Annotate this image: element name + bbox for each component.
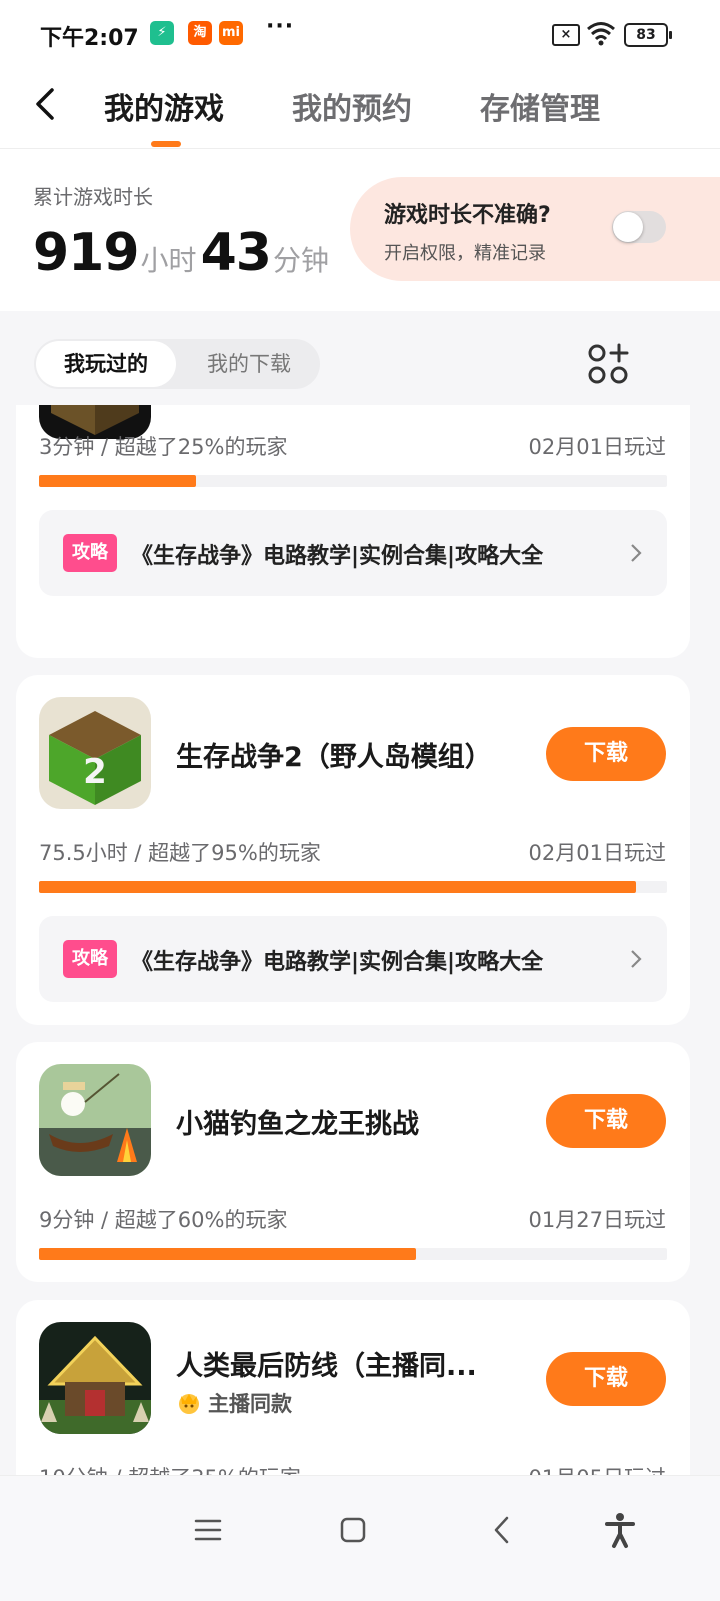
more-notifications-icon: ···: [266, 14, 295, 39]
permission-toggle[interactable]: [612, 211, 666, 243]
game-last-played: 01月05日玩过: [529, 1462, 666, 1475]
minutes-value: 43: [200, 223, 272, 283]
wifi-icon: [587, 22, 615, 46]
game-card[interactable]: 小猫钓鱼之龙王挑战 下载 9分钟 / 超越了60%的玩家 01月27日玩过: [16, 1042, 690, 1282]
game-card[interactable]: 人类最后防线（主播同... 主播同款 下载 10分钟 / 超越了35%的玩家 0…: [16, 1300, 690, 1475]
no-sim-icon: ×: [552, 24, 580, 46]
status-time: 下午2:07: [40, 26, 139, 51]
tab-my-games[interactable]: 我的游戏: [104, 84, 224, 128]
promo-subtitle: 开启权限，精准记录: [384, 243, 546, 264]
segment-downloads[interactable]: 我的下载: [184, 339, 314, 389]
back-arrow-icon[interactable]: [28, 84, 68, 124]
accessibility-icon[interactable]: [600, 1510, 640, 1550]
game-list: 3分钟 / 超越了25%的玩家 02月01日玩过 攻略 《生存战争》电路教学|实…: [0, 405, 720, 1475]
status-bar: 下午2:07 ⚡ 淘 mi ··· × 83: [0, 0, 720, 70]
game-play-stat: 10分钟 / 超越了35%的玩家: [39, 1462, 301, 1475]
total-play-time-value: 919小时43分钟: [33, 223, 333, 283]
game-icon-cat-fishing: [39, 1064, 151, 1176]
game-card[interactable]: 2 生存战争2（野人岛模组） 下载 75.5小时 / 超越了95%的玩家 02月…: [16, 675, 690, 1025]
guide-title: 《生存战争》电路教学|实例合集|攻略大全: [131, 950, 544, 975]
battery-icon: 83: [624, 23, 672, 47]
tab-my-reservations[interactable]: 我的预约: [292, 84, 412, 128]
game-title: 生存战争2（野人岛模组）: [176, 742, 492, 773]
guide-title: 《生存战争》电路教学|实例合集|攻略大全: [131, 544, 544, 569]
hours-unit: 小时: [140, 244, 197, 277]
game-icon-survivalcraft-2: 2: [39, 697, 151, 809]
play-percentile-bar: [39, 1248, 667, 1260]
security-app-icon: ⚡: [150, 21, 174, 45]
active-tab-indicator: [151, 141, 181, 147]
game-last-played: 02月01日玩过: [528, 841, 666, 865]
play-percentile-fill: [39, 475, 196, 487]
segment-played[interactable]: 我玩过的: [36, 341, 176, 387]
chevron-right-icon: [631, 950, 642, 968]
minutes-unit: 分钟: [272, 244, 329, 277]
guide-tag: 攻略: [63, 940, 117, 978]
download-button[interactable]: 下载: [546, 1352, 666, 1406]
taobao-icon: 淘: [188, 21, 212, 45]
top-nav: 我的游戏 我的预约 存储管理: [0, 70, 720, 149]
game-last-played: 01月27日玩过: [528, 1208, 666, 1232]
play-percentile-fill: [39, 1248, 416, 1260]
streamer-same-badge: 主播同款: [176, 1388, 292, 1418]
toggle-knob: [613, 212, 643, 242]
back-icon[interactable]: [482, 1510, 522, 1550]
svg-text:2: 2: [83, 752, 107, 792]
play-percentile-fill: [39, 881, 636, 893]
streamer-crown-icon: [179, 1394, 199, 1414]
download-button[interactable]: 下载: [546, 727, 666, 781]
app-grid-icon[interactable]: [586, 342, 630, 386]
tab-storage[interactable]: 存储管理: [480, 84, 600, 128]
game-title: 人类最后防线（主播同...: [176, 1351, 477, 1382]
hours-value: 919: [33, 223, 140, 283]
promo-title: 游戏时长不准确?: [384, 203, 551, 228]
xiaomi-icon: mi: [219, 21, 243, 45]
game-play-stat: 75.5小时 / 超越了95%的玩家: [39, 841, 321, 865]
chevron-right-icon: [631, 544, 642, 562]
guide-link[interactable]: 攻略 《生存战争》电路教学|实例合集|攻略大全: [39, 916, 667, 1002]
accuracy-promo-card: 游戏时长不准确? 开启权限，精准记录: [350, 177, 720, 281]
play-percentile-bar: [39, 475, 667, 487]
play-percentile-bar: [39, 881, 667, 893]
download-button[interactable]: 下载: [546, 1094, 666, 1148]
play-time-summary: 累计游戏时长 919小时43分钟 游戏时长不准确? 开启权限，精准记录: [0, 149, 720, 311]
home-square-icon[interactable]: [333, 1510, 373, 1550]
guide-tag: 攻略: [63, 534, 117, 572]
game-last-played: 02月01日玩过: [528, 435, 666, 459]
menu-icon[interactable]: [188, 1510, 228, 1550]
game-play-stat: 9分钟 / 超越了60%的玩家: [39, 1208, 288, 1232]
guide-link[interactable]: 攻略 《生存战争》电路教学|实例合集|攻略大全: [39, 510, 667, 596]
game-card[interactable]: 3分钟 / 超越了25%的玩家 02月01日玩过 攻略 《生存战争》电路教学|实…: [16, 405, 690, 658]
filter-segmented-control: 我玩过的 我的下载: [34, 339, 320, 389]
system-nav-bar: [0, 1475, 720, 1601]
total-play-time-label: 累计游戏时长: [33, 185, 153, 209]
game-play-stat: 3分钟 / 超越了25%的玩家: [39, 435, 288, 459]
game-icon-last-defense: [39, 1322, 151, 1434]
game-title: 小猫钓鱼之龙王挑战: [176, 1109, 419, 1140]
streamer-same-label: 主播同款: [208, 1392, 292, 1416]
